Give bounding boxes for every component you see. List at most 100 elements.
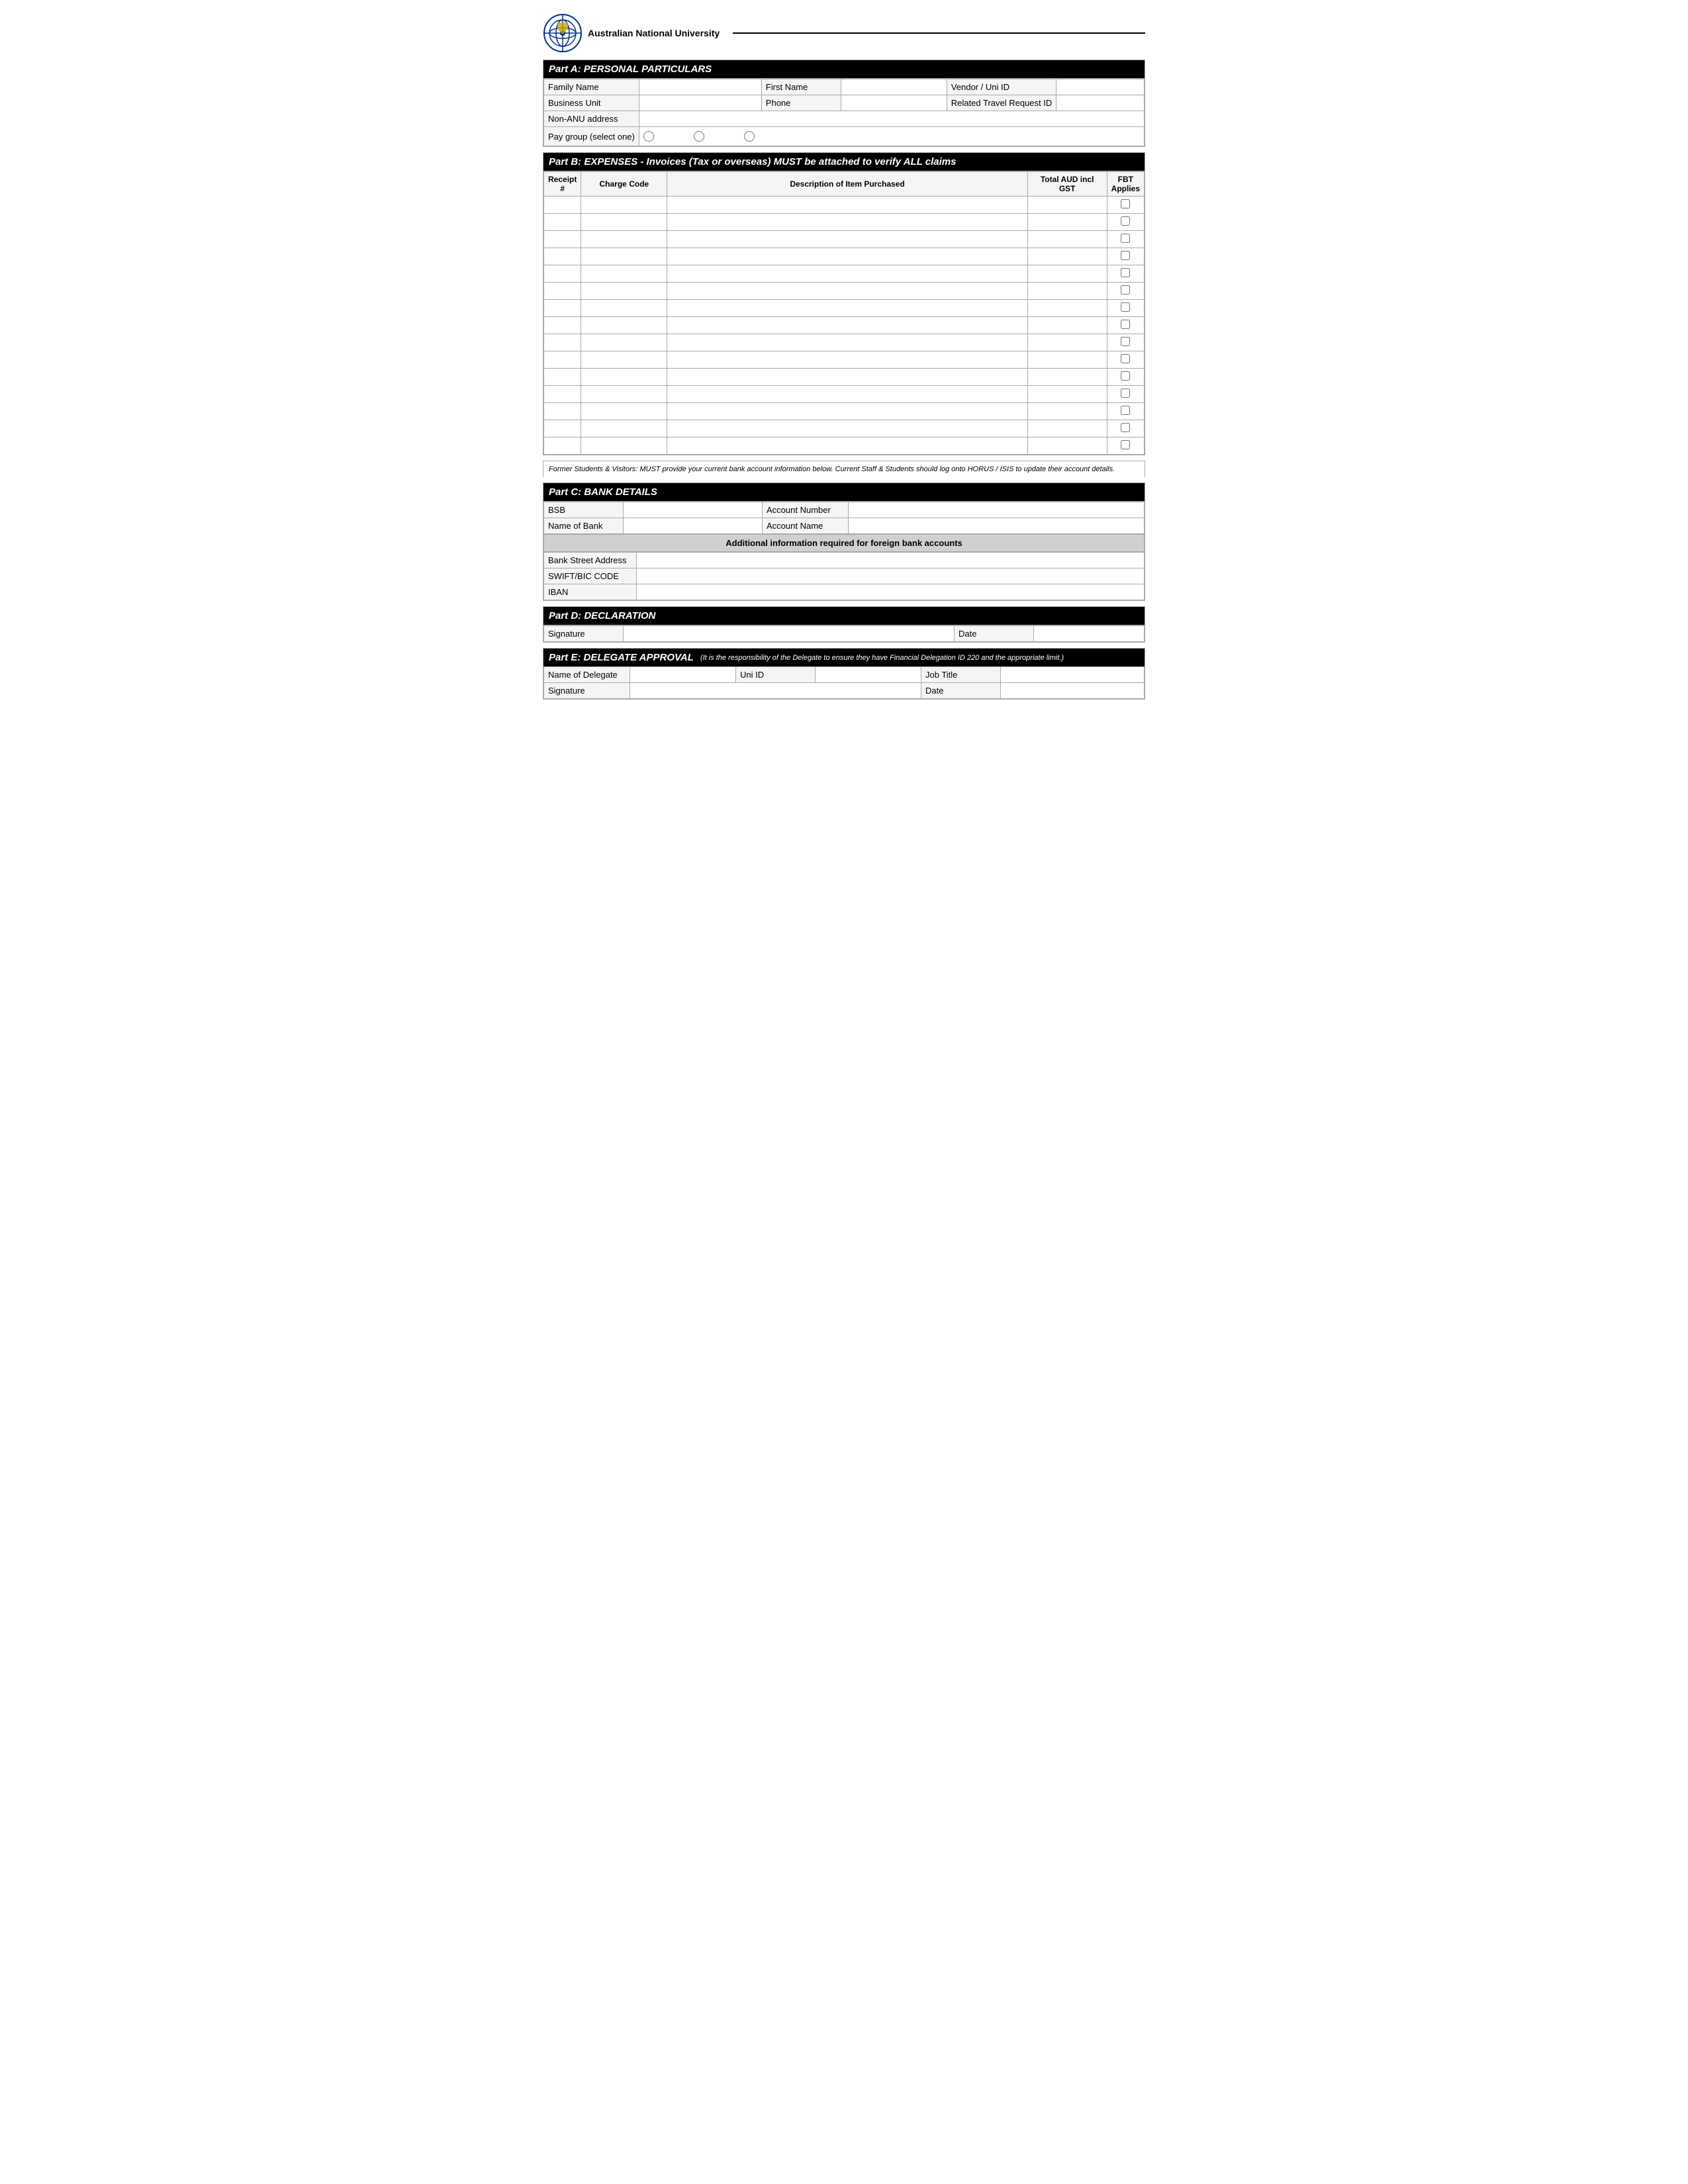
iban-value[interactable]: [637, 584, 1145, 600]
total-cell[interactable]: [1027, 300, 1107, 317]
fbt-checkbox[interactable]: [1121, 251, 1130, 260]
description-input[interactable]: [670, 372, 1024, 382]
total-input[interactable]: [1031, 303, 1104, 313]
fbt-checkbox[interactable]: [1121, 440, 1130, 449]
signature-input[interactable]: [628, 629, 950, 639]
description-input[interactable]: [670, 338, 1024, 347]
charge-code-input[interactable]: [584, 338, 664, 347]
charge-code-cell[interactable]: [581, 317, 667, 334]
uni-id-value[interactable]: [816, 667, 921, 683]
uni-id-input[interactable]: [820, 670, 917, 680]
receipt-cell[interactable]: [544, 248, 581, 265]
description-input[interactable]: [670, 234, 1024, 244]
receipt-cell[interactable]: [544, 420, 581, 437]
description-input[interactable]: [670, 441, 1024, 451]
fbt-checkbox[interactable]: [1121, 371, 1130, 381]
receipt-cell[interactable]: [544, 300, 581, 317]
phone-value[interactable]: [841, 95, 947, 111]
description-input[interactable]: [670, 217, 1024, 227]
charge-code-cell[interactable]: [581, 386, 667, 403]
receipt-cell[interactable]: [544, 334, 581, 351]
receipt-input[interactable]: [547, 389, 578, 399]
business-unit-value[interactable]: [639, 95, 761, 111]
description-cell[interactable]: [667, 231, 1027, 248]
name-of-delegate-value[interactable]: [630, 667, 736, 683]
fbt-cell[interactable]: [1107, 351, 1144, 369]
fbt-checkbox[interactable]: [1121, 337, 1130, 346]
iban-input[interactable]: [641, 587, 1140, 597]
description-input[interactable]: [670, 251, 1024, 261]
total-cell[interactable]: [1027, 231, 1107, 248]
total-cell[interactable]: [1027, 334, 1107, 351]
receipt-input[interactable]: [547, 355, 578, 365]
account-name-input[interactable]: [853, 521, 1140, 531]
fbt-checkbox[interactable]: [1121, 406, 1130, 415]
charge-code-input[interactable]: [584, 251, 664, 261]
name-of-delegate-input[interactable]: [634, 670, 731, 680]
business-unit-input[interactable]: [643, 98, 757, 108]
fbt-cell[interactable]: [1107, 231, 1144, 248]
charge-code-cell[interactable]: [581, 231, 667, 248]
description-cell[interactable]: [667, 317, 1027, 334]
fbt-checkbox[interactable]: [1121, 320, 1130, 329]
fbt-cell[interactable]: [1107, 300, 1144, 317]
total-input[interactable]: [1031, 269, 1104, 279]
total-input[interactable]: [1031, 441, 1104, 451]
receipt-input[interactable]: [547, 269, 578, 279]
vendor-uni-id-input[interactable]: [1060, 82, 1140, 92]
account-number-input[interactable]: [853, 505, 1140, 515]
description-cell[interactable]: [667, 351, 1027, 369]
receipt-input[interactable]: [547, 286, 578, 296]
charge-code-input[interactable]: [584, 320, 664, 330]
description-cell[interactable]: [667, 214, 1027, 231]
fbt-cell[interactable]: [1107, 437, 1144, 455]
account-name-value[interactable]: [849, 518, 1145, 534]
fbt-cell[interactable]: [1107, 369, 1144, 386]
name-of-bank-value[interactable]: [624, 518, 763, 534]
name-of-bank-input[interactable]: [628, 521, 758, 531]
total-input[interactable]: [1031, 372, 1104, 382]
receipt-input[interactable]: [547, 441, 578, 451]
date-value[interactable]: [1034, 626, 1145, 642]
total-input[interactable]: [1031, 338, 1104, 347]
fbt-checkbox[interactable]: [1121, 354, 1130, 363]
family-name-input[interactable]: [643, 82, 757, 92]
related-travel-value[interactable]: [1056, 95, 1145, 111]
receipt-cell[interactable]: [544, 265, 581, 283]
receipt-input[interactable]: [547, 217, 578, 227]
charge-code-input[interactable]: [584, 234, 664, 244]
receipt-cell[interactable]: [544, 197, 581, 214]
charge-code-input[interactable]: [584, 424, 664, 433]
fbt-cell[interactable]: [1107, 386, 1144, 403]
non-anu-value[interactable]: [639, 111, 1144, 127]
first-name-input[interactable]: [845, 82, 943, 92]
total-cell[interactable]: [1027, 369, 1107, 386]
total-cell[interactable]: [1027, 317, 1107, 334]
delegate-signature-input[interactable]: [634, 686, 917, 696]
charge-code-cell[interactable]: [581, 197, 667, 214]
total-cell[interactable]: [1027, 197, 1107, 214]
description-input[interactable]: [670, 424, 1024, 433]
fbt-cell[interactable]: [1107, 197, 1144, 214]
total-input[interactable]: [1031, 424, 1104, 433]
fbt-cell[interactable]: [1107, 317, 1144, 334]
vendor-uni-id-value[interactable]: [1056, 79, 1145, 95]
total-input[interactable]: [1031, 286, 1104, 296]
charge-code-input[interactable]: [584, 441, 664, 451]
delegate-date-input[interactable]: [1005, 686, 1140, 696]
fbt-cell[interactable]: [1107, 403, 1144, 420]
receipt-cell[interactable]: [544, 283, 581, 300]
total-input[interactable]: [1031, 234, 1104, 244]
receipt-cell[interactable]: [544, 317, 581, 334]
total-cell[interactable]: [1027, 420, 1107, 437]
receipt-input[interactable]: [547, 234, 578, 244]
charge-code-input[interactable]: [584, 217, 664, 227]
pay-group-option-3[interactable]: [744, 131, 755, 142]
description-input[interactable]: [670, 269, 1024, 279]
charge-code-cell[interactable]: [581, 248, 667, 265]
receipt-input[interactable]: [547, 424, 578, 433]
charge-code-input[interactable]: [584, 303, 664, 313]
fbt-checkbox[interactable]: [1121, 285, 1130, 295]
receipt-input[interactable]: [547, 251, 578, 261]
description-cell[interactable]: [667, 265, 1027, 283]
